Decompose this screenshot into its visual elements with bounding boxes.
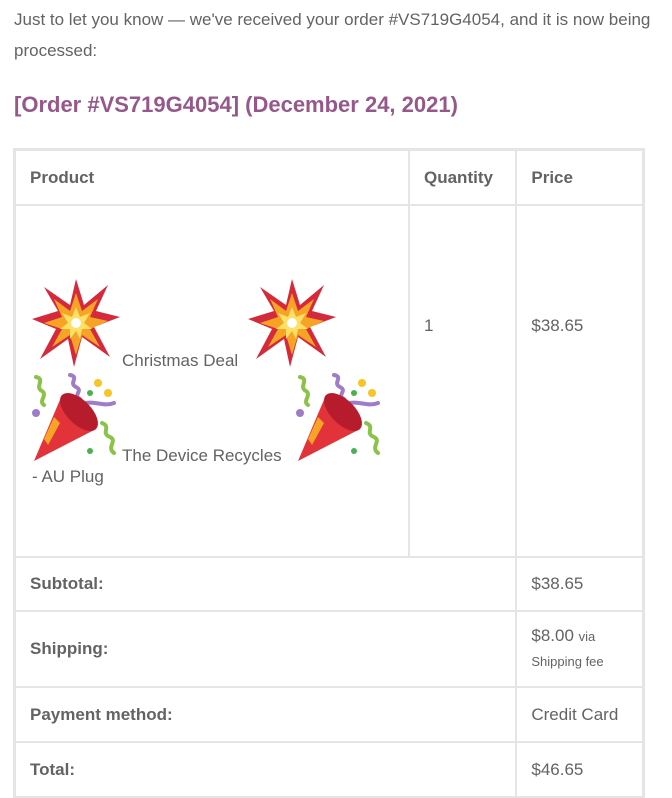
payment-method-row: Payment method: Credit Card (13, 686, 644, 743)
payment-method-label: Payment method: (13, 686, 518, 743)
order-heading[interactable]: [Order #VS719G4054] (December 24, 2021) (14, 89, 458, 121)
shipping-method: Shipping fee (531, 654, 604, 669)
collision-icon (32, 279, 120, 367)
shipping-row: Shipping: $8.00 via Shipping fee (13, 610, 644, 688)
shipping-via: via (578, 629, 596, 644)
subtotal-label: Subtotal: (13, 556, 518, 612)
table-header-row: Product Quantity Price (14, 149, 644, 206)
shipping-label: Shipping: (13, 610, 518, 688)
collision-icon (248, 279, 336, 367)
subtotal-value: $38.65 (515, 556, 644, 612)
shipping-value: $8.00 (531, 626, 574, 645)
product-name: The Device Recycles (122, 446, 282, 465)
product-variant: - AU Plug (32, 467, 104, 486)
email-body: Just to let you know — we've received yo… (0, 0, 672, 798)
item-quantity: 1 (407, 204, 518, 558)
party-popper-icon (296, 373, 380, 461)
product-cell: Christmas Deal The Device Recycles - AU … (14, 204, 410, 558)
payment-method-value: Credit Card (515, 686, 644, 743)
item-price: $38.65 (515, 204, 644, 558)
order-details-table: Product Quantity Price Christmas Deal Th… (13, 148, 645, 798)
intro-text: Just to let you know — we've received yo… (14, 10, 651, 60)
quantity-header: Quantity (407, 149, 518, 206)
order-item-row: Christmas Deal The Device Recycles - AU … (14, 204, 644, 558)
price-header: Price (515, 149, 644, 206)
shipping-value-cell: $8.00 via Shipping fee (515, 610, 644, 688)
party-popper-icon (32, 373, 116, 461)
subtotal-row: Subtotal: $38.65 (13, 556, 644, 612)
total-value: $46.65 (515, 741, 644, 798)
product-header: Product (14, 149, 410, 206)
total-row: Total: $46.65 (13, 741, 644, 798)
total-label: Total: (13, 741, 518, 798)
deal-label: Christmas Deal (122, 351, 239, 370)
